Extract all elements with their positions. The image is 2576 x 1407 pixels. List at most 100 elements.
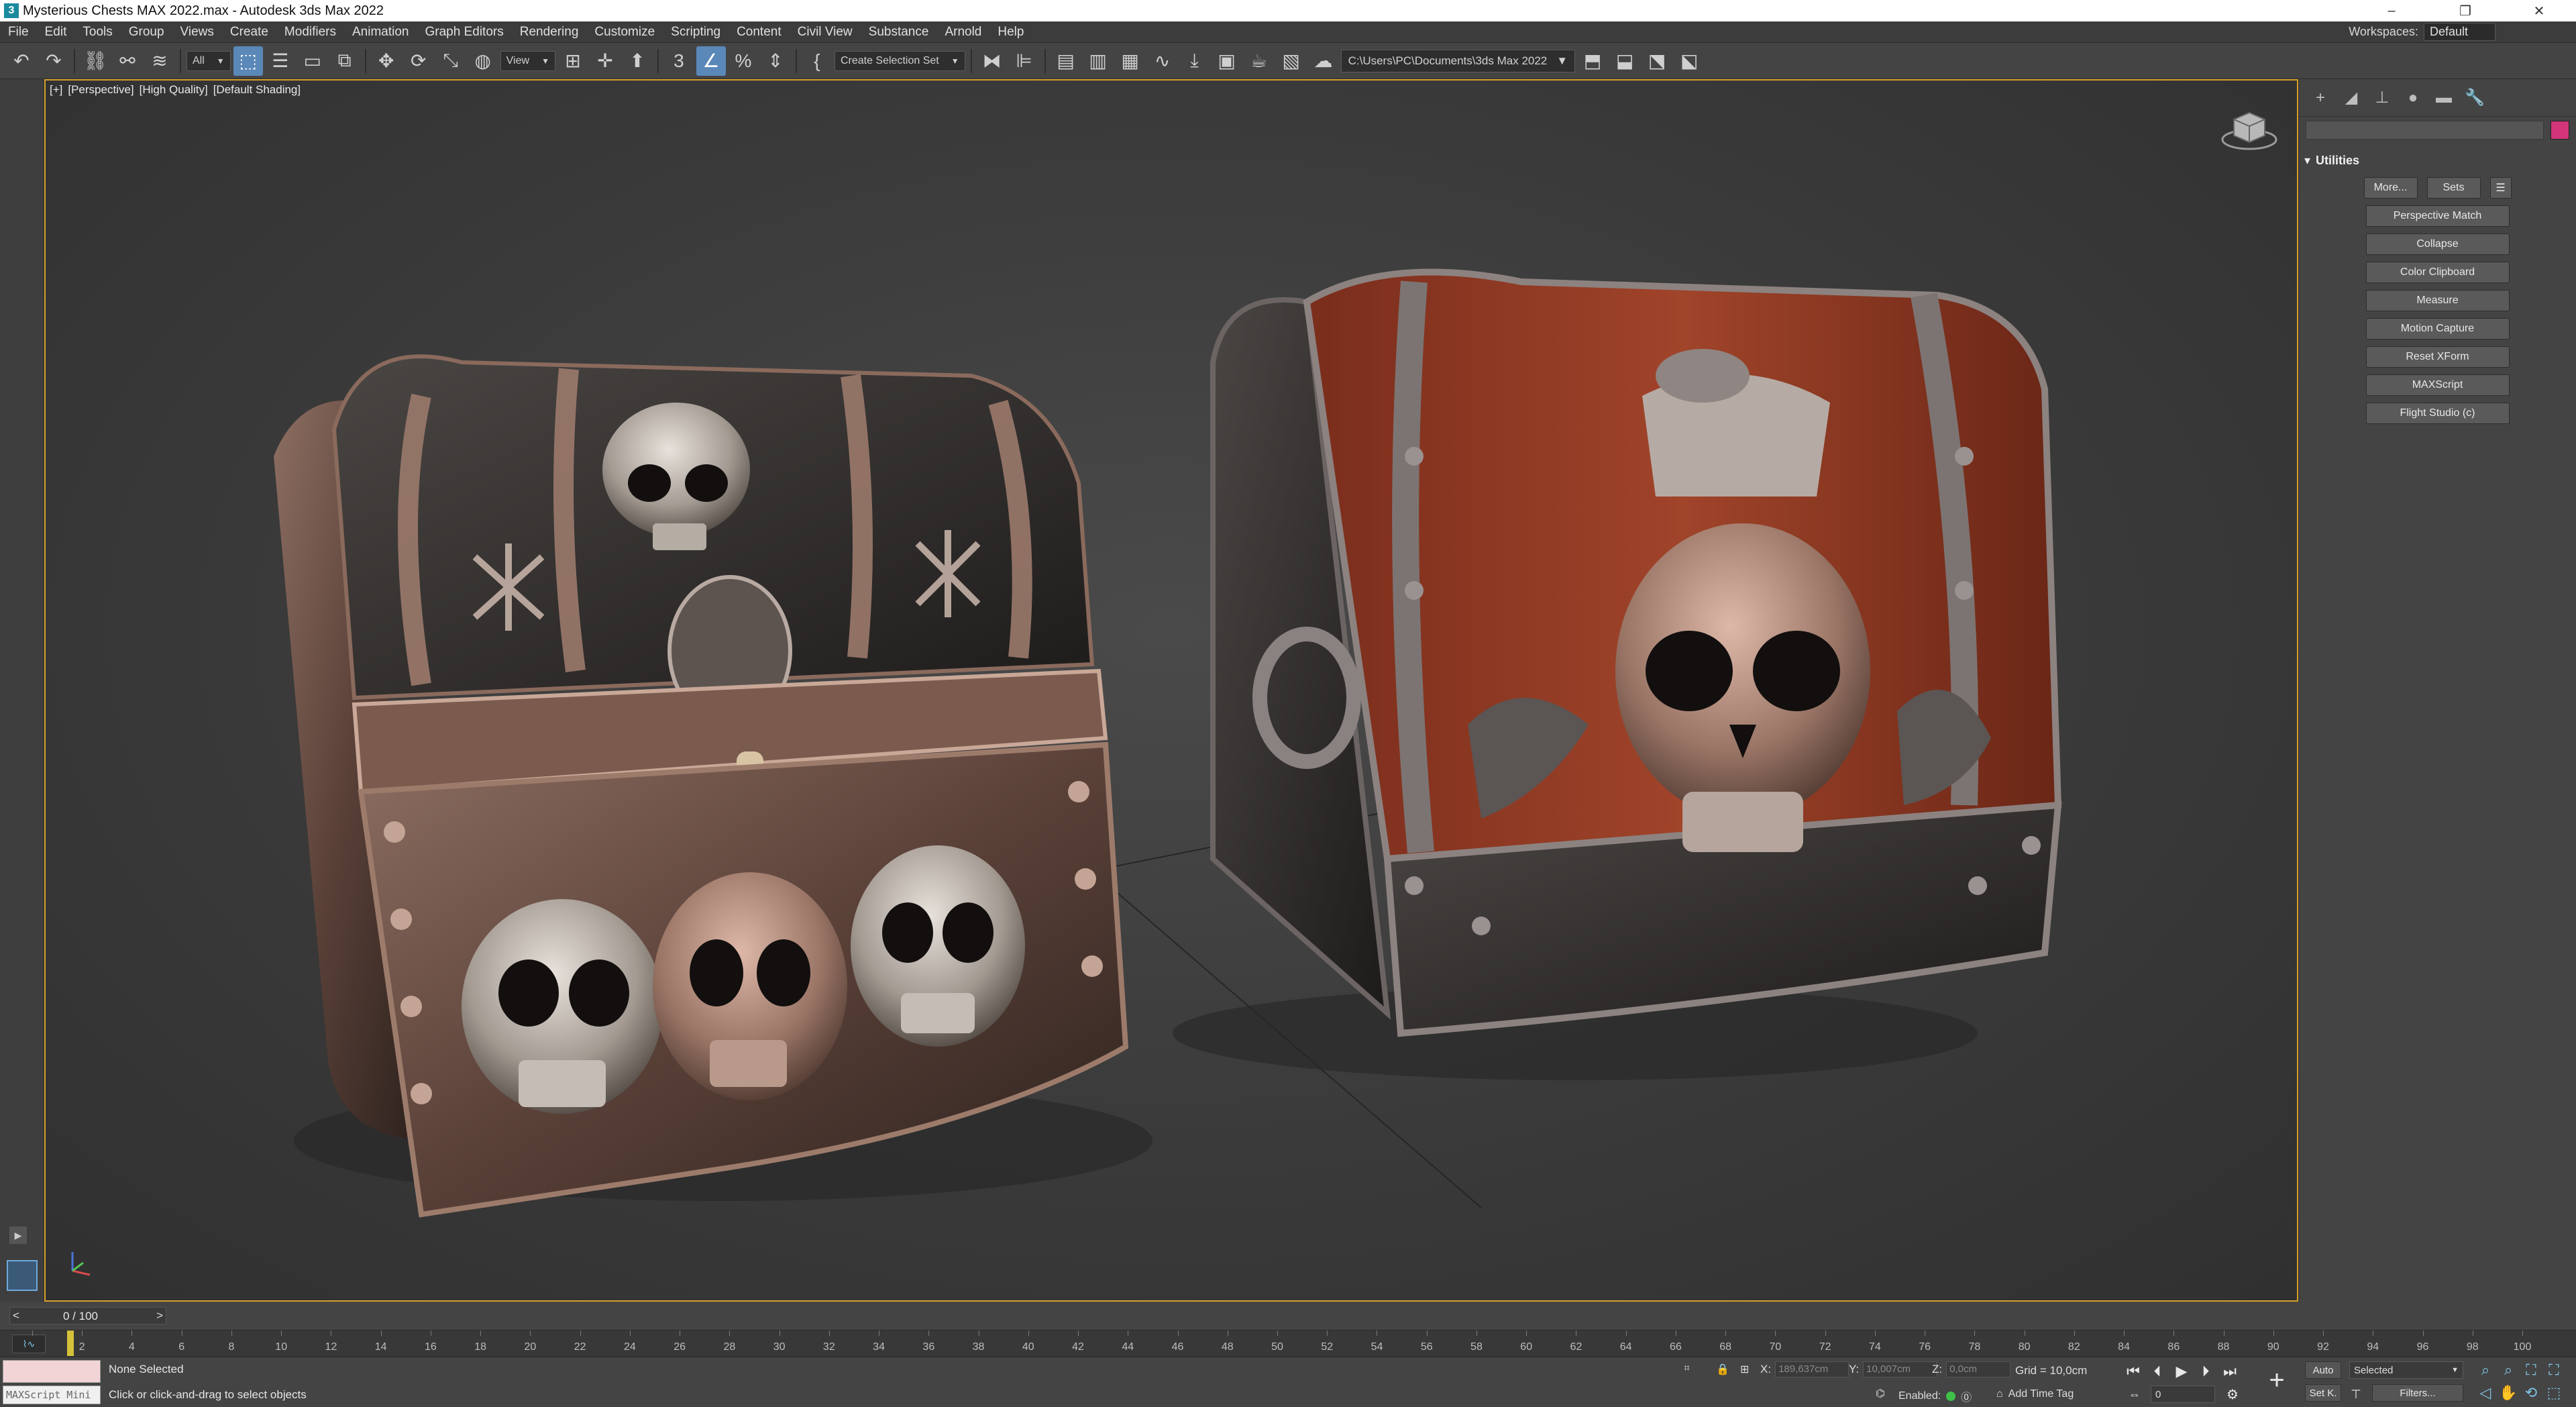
configure-button-sets-icon[interactable]: ☰ xyxy=(2489,177,2512,199)
menu-edit[interactable]: Edit xyxy=(37,25,75,40)
set-key-icon[interactable]: + xyxy=(2261,1364,2293,1396)
window-crossing-icon[interactable]: ⧉ xyxy=(330,46,360,76)
mirror-icon[interactable]: ⧓ xyxy=(977,46,1007,76)
viewport-quality-menu[interactable]: [High Quality] xyxy=(140,83,208,96)
layer-explorer-icon[interactable]: ▥ xyxy=(1083,46,1113,76)
viewport-label[interactable]: [+] [Perspective] [High Quality] [Default S… xyxy=(50,83,306,97)
percent-snap-icon[interactable]: % xyxy=(729,46,758,76)
color-clipboard-button[interactable]: Color Clipboard xyxy=(2365,262,2510,283)
utilities-tab-icon[interactable]: 🔧 xyxy=(2463,86,2487,110)
snaps-toggle-icon[interactable]: 3 xyxy=(664,46,694,76)
perspective-viewport[interactable]: [+] [Perspective] [High Quality] [Default S… xyxy=(44,79,2298,1302)
close-button[interactable]: ✕ xyxy=(2502,0,2576,21)
select-move-icon[interactable]: ✥ xyxy=(372,46,401,76)
sets-button[interactable]: Sets xyxy=(2426,177,2481,199)
y-coordinate-field[interactable]: 10,007cm xyxy=(1863,1361,1937,1377)
object-name-field[interactable] xyxy=(2306,121,2544,140)
expand-layouts-icon[interactable]: ▶ xyxy=(9,1227,27,1244)
redo-icon[interactable]: ↷ xyxy=(39,46,68,76)
viewcube-icon[interactable] xyxy=(2220,105,2278,152)
menu-create[interactable]: Create xyxy=(222,25,276,40)
menu-file[interactable]: File xyxy=(0,25,37,40)
time-slider[interactable]: < > 0 / 100 xyxy=(0,1302,2576,1330)
z-coordinate-field[interactable]: 0,0cm xyxy=(1946,1361,2011,1377)
time-configuration-icon[interactable]: ⚙ xyxy=(2222,1384,2243,1404)
collapse-button[interactable]: Collapse xyxy=(2365,233,2510,255)
align-icon[interactable]: ⊫ xyxy=(1010,46,1039,76)
spinner-snap-icon[interactable]: ⇕ xyxy=(761,46,790,76)
object-color-swatch[interactable] xyxy=(2551,121,2569,140)
measure-button[interactable]: Measure xyxy=(2365,290,2510,311)
copper-skull-chest[interactable] xyxy=(274,354,1152,1218)
keyboard-shortcut-override-icon[interactable]: ⬆ xyxy=(623,46,652,76)
next-frame-icon[interactable]: ⏵ xyxy=(2195,1361,2216,1382)
flight-studio-button[interactable]: Flight Studio (c) xyxy=(2365,403,2510,424)
render-production-icon[interactable]: ☁ xyxy=(1309,46,1338,76)
menu-civil-view[interactable]: Civil View xyxy=(790,25,861,40)
menu-scripting[interactable]: Scripting xyxy=(663,25,729,40)
utilities-rollout-header[interactable]: ▾ Utilities xyxy=(2304,150,2571,170)
menu-substance[interactable]: Substance xyxy=(861,25,937,40)
selection-lock-icon[interactable]: 🔒 xyxy=(1716,1363,1729,1376)
menu-customize[interactable]: Customize xyxy=(586,25,663,40)
track-bar[interactable]: ⌇∿ 2 4 6 8 10 12 14 16 18 20 22 24 26 28 30 32 34 36 38 40 4… xyxy=(0,1330,2576,1357)
auto-key-button[interactable]: Auto xyxy=(2305,1361,2341,1379)
menu-tools[interactable]: Tools xyxy=(74,25,120,40)
reference-coordinate-dropdown[interactable]: View ▼ xyxy=(500,50,555,71)
go-to-end-icon[interactable]: ⏭ xyxy=(2219,1361,2241,1382)
menu-animation[interactable]: Animation xyxy=(344,25,417,40)
menu-graph-editors[interactable]: Graph Editors xyxy=(417,25,512,40)
previous-frame-icon[interactable]: ⏴ xyxy=(2147,1361,2168,1382)
select-manipulate-icon[interactable]: ✛ xyxy=(590,46,620,76)
select-rotate-icon[interactable]: ⟳ xyxy=(404,46,433,76)
angle-snap-icon[interactable]: ∠ xyxy=(696,46,726,76)
isolate-toggle-icon[interactable]: ⓪ xyxy=(1961,1388,1972,1404)
schematic-view-icon[interactable]: ⤓ xyxy=(1180,46,1210,76)
viewport-general-menu[interactable]: [+] xyxy=(50,83,62,96)
menu-help[interactable]: Help xyxy=(989,25,1032,40)
modify-tab-icon[interactable]: ◢ xyxy=(2339,86,2363,110)
named-selection-sets-dropdown[interactable]: Create Selection Set ▼ xyxy=(834,50,965,71)
viewport-pov-menu[interactable]: [Perspective] xyxy=(68,83,133,96)
toggle-ribbon-icon[interactable]: ▦ xyxy=(1116,46,1145,76)
track-bar-playhead[interactable] xyxy=(67,1331,74,1356)
perspective-match-button[interactable]: Perspective Match xyxy=(2365,205,2510,227)
project-folder-icon[interactable]: ⬓ xyxy=(1610,46,1640,76)
app-logo-icon[interactable]: 3 xyxy=(4,3,19,18)
select-scale-icon[interactable]: ⤡ xyxy=(436,46,466,76)
field-of-view-icon[interactable]: ◁ xyxy=(2475,1383,2496,1403)
pivot-center-icon[interactable]: ⊞ xyxy=(558,46,588,76)
display-tab-icon[interactable]: ▬ xyxy=(2432,86,2456,110)
select-by-name-icon[interactable]: ☰ xyxy=(266,46,295,76)
set-key-button[interactable]: Set K. xyxy=(2305,1384,2341,1402)
pan-view-icon[interactable]: ✋ xyxy=(2498,1383,2518,1403)
project-folder-dropdown[interactable]: C:\Users\PC\Documents\3ds Max 2022 ▼ xyxy=(1340,49,1576,72)
orbit-icon[interactable]: ⟲ xyxy=(2521,1383,2541,1403)
hierarchy-tab-icon[interactable]: ⊥ xyxy=(2370,86,2394,110)
set-key-filter-icon[interactable]: ⊤ xyxy=(2345,1384,2367,1404)
reset-xform-button[interactable]: Reset XForm xyxy=(2365,346,2510,368)
adaptive-degradation-icon[interactable]: ⌬ xyxy=(1876,1387,1885,1400)
minimize-button[interactable]: – xyxy=(2355,0,2428,21)
open-mini-curve-editor-icon[interactable]: ⌇∿ xyxy=(12,1335,46,1353)
key-mode-toggle-icon[interactable]: ⇔ xyxy=(2124,1384,2145,1404)
menu-arnold[interactable]: Arnold xyxy=(936,25,989,40)
curve-editor-icon[interactable]: ∿ xyxy=(1148,46,1177,76)
current-frame-field[interactable]: 0 xyxy=(2151,1386,2215,1403)
recent-projects-icon[interactable]: ⬕ xyxy=(1674,46,1704,76)
play-icon[interactable]: ▶ xyxy=(2171,1361,2192,1382)
workspaces-dropdown[interactable]: Default xyxy=(2423,23,2496,41)
key-filters-button[interactable]: Filters... xyxy=(2372,1384,2463,1402)
menu-group[interactable]: Group xyxy=(121,25,172,40)
maximize-viewport-icon[interactable]: ⬚ xyxy=(2544,1383,2564,1403)
restore-button[interactable]: ❐ xyxy=(2428,0,2502,21)
maxscript-mini-listener[interactable]: MAXScript Mini xyxy=(3,1386,101,1404)
maxscript-listener-box[interactable] xyxy=(3,1360,101,1383)
rendered-frame-window-icon[interactable]: ▧ xyxy=(1277,46,1306,76)
enabled-indicator-icon[interactable] xyxy=(1946,1392,1956,1401)
edit-named-selection-icon[interactable]: { xyxy=(802,46,832,76)
menu-modifiers[interactable]: Modifiers xyxy=(276,25,344,40)
link-icon[interactable]: ⛓ xyxy=(80,46,110,76)
viewport-shading-menu[interactable]: [Default Shading] xyxy=(213,83,301,96)
bind-space-warp-icon[interactable]: ≋ xyxy=(145,46,174,76)
